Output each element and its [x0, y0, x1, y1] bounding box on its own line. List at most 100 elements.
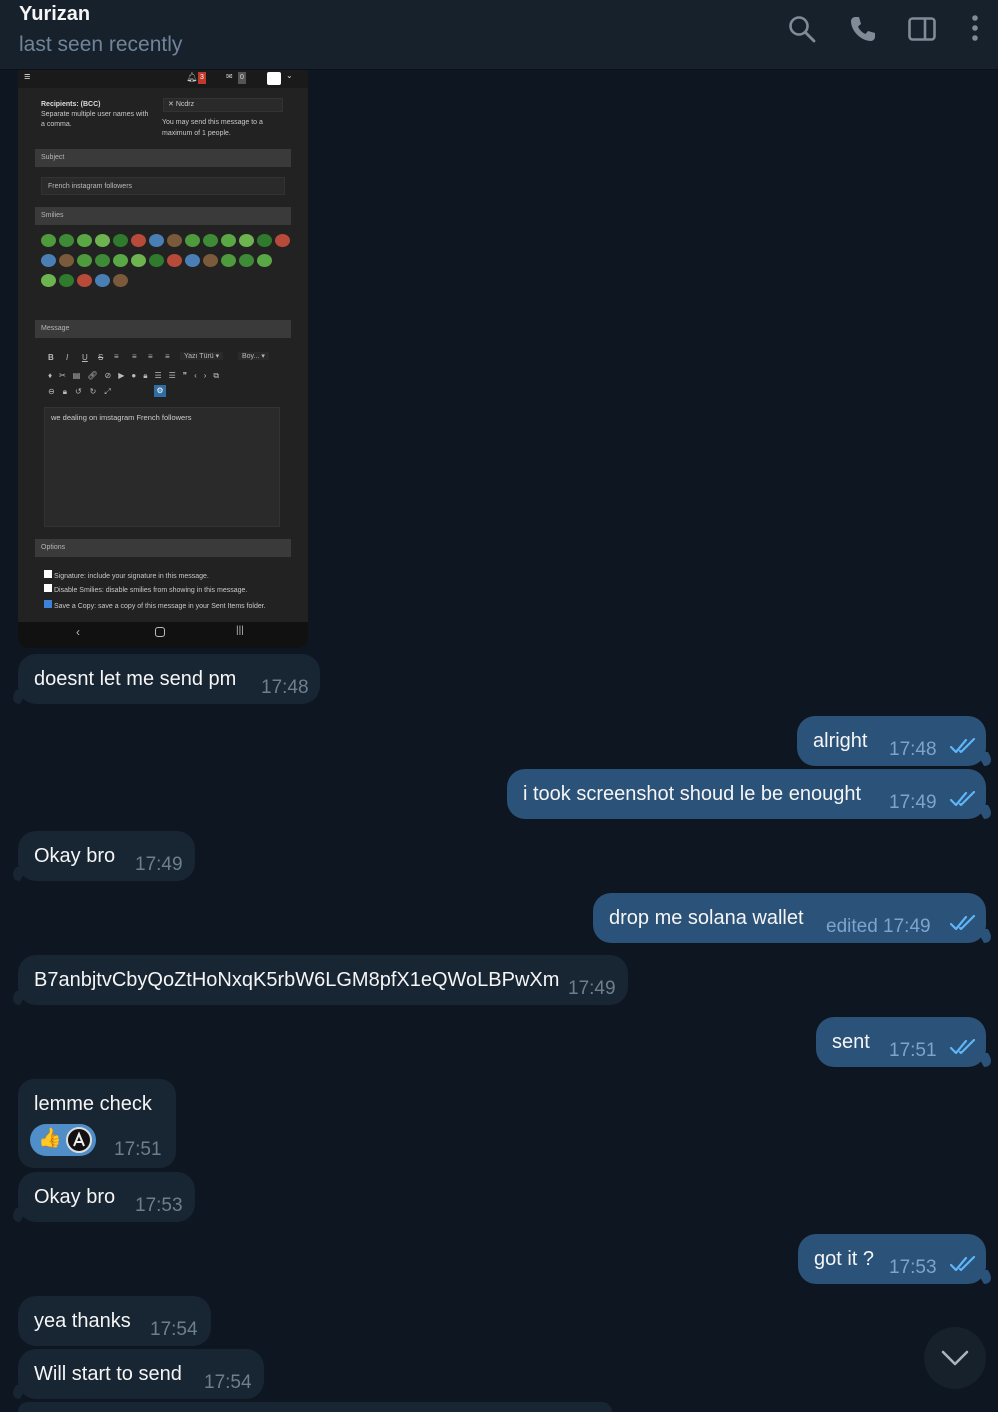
- contact-name[interactable]: Yurizan: [19, 3, 90, 26]
- smiley-icon[interactable]: [257, 234, 272, 247]
- subject-label: Subject: [35, 149, 291, 167]
- align-right-icon[interactable]: ≡: [148, 352, 153, 361]
- underline-icon[interactable]: U: [82, 353, 88, 362]
- smiley-icon[interactable]: [185, 254, 200, 267]
- justify-icon[interactable]: ≡: [165, 352, 170, 361]
- message-outgoing[interactable]: drop me solana wallet edited 17:49: [593, 893, 997, 943]
- recents-icon[interactable]: |||: [236, 625, 244, 636]
- smiley-icon[interactable]: [95, 254, 110, 267]
- more-vertical-icon[interactable]: [960, 14, 990, 44]
- reaction-chip[interactable]: 👍: [30, 1124, 96, 1156]
- bubble-tail: [975, 805, 997, 819]
- align-center-icon[interactable]: ≡: [132, 352, 137, 361]
- opt-disable-smilies[interactable]: Disable Smilies: disable smilies from sh…: [44, 584, 284, 598]
- smiley-icon[interactable]: [41, 234, 56, 247]
- strike-icon[interactable]: S: [98, 353, 103, 362]
- subject-input[interactable]: French instagram followers: [41, 177, 285, 195]
- message-text: doesnt let me send pm: [34, 668, 237, 690]
- thumbs-up-icon: 👍: [38, 1128, 62, 1149]
- smiley-icon[interactable]: [113, 274, 128, 287]
- settings-icon[interactable]: ⚙: [154, 385, 166, 397]
- editor-tools-row3[interactable]: ⊖🔒︎↺↻⤢: [48, 387, 119, 397]
- message-outgoing[interactable]: i took screenshot shoud le be enought 17…: [507, 769, 997, 819]
- scroll-down-button[interactable]: [924, 1327, 986, 1389]
- opt-save-copy[interactable]: Save a Copy: save a copy of this message…: [44, 600, 284, 612]
- smiley-icon[interactable]: [95, 274, 110, 287]
- bubble-tail: [7, 1385, 29, 1399]
- font-dropdown[interactable]: Yazı Türü ▾: [180, 352, 224, 360]
- smiley-icon[interactable]: [203, 234, 218, 247]
- read-ticks-icon: [950, 1256, 976, 1272]
- message-text: drop me solana wallet: [609, 907, 804, 929]
- home-icon[interactable]: [155, 627, 165, 637]
- smiley-icon[interactable]: [59, 254, 74, 267]
- inbox-icon: ✉︎: [226, 72, 233, 81]
- message-time: 17:54: [150, 1319, 198, 1340]
- smiley-icon[interactable]: [77, 234, 92, 247]
- smiley-icon[interactable]: [113, 254, 128, 267]
- message-outgoing[interactable]: alright 17:48: [797, 716, 997, 766]
- message-text: sent: [832, 1031, 870, 1053]
- smiley-icon[interactable]: [131, 234, 146, 247]
- bold-icon[interactable]: B: [48, 353, 54, 362]
- smiley-icon[interactable]: [59, 274, 74, 287]
- message-textarea[interactable]: we dealing on imstagram French followers: [44, 407, 280, 527]
- smilies-label: Smilies: [35, 207, 291, 225]
- smiley-icon[interactable]: [113, 234, 128, 247]
- smiley-icon[interactable]: [167, 234, 182, 247]
- message-time: 17:53: [135, 1195, 183, 1216]
- editor-toolbar[interactable]: B I U S ≡ ≡ ≡ ≡ Yazı Türü ▾ Boy... ▾ ♦✂▤…: [44, 351, 284, 401]
- message-incoming[interactable]: doesnt let me send pm 17:48: [7, 654, 320, 704]
- recipients-label-block: Recipients: (BCC) Separate multiple user…: [41, 100, 151, 130]
- message-text: Okay bro: [34, 1186, 116, 1208]
- phone-icon[interactable]: [848, 14, 878, 44]
- smiley-icon[interactable]: [77, 274, 92, 287]
- smiley-icon[interactable]: [185, 234, 200, 247]
- opt-signature[interactable]: Signature: include your signature in thi…: [44, 570, 284, 584]
- smiley-icon[interactable]: [239, 254, 254, 267]
- checkbox-checked[interactable]: [44, 600, 52, 608]
- recipient-tag: Ncdrz: [175, 101, 195, 108]
- smiley-icon[interactable]: [203, 254, 218, 267]
- message-time: 17:48: [261, 677, 309, 698]
- checkbox[interactable]: [44, 584, 52, 592]
- smiley-icon[interactable]: [59, 234, 74, 247]
- smiley-icon[interactable]: [95, 234, 110, 247]
- message-incoming[interactable]: lemme check 👍 17:51: [18, 1079, 176, 1168]
- italic-icon[interactable]: I: [66, 353, 68, 362]
- smiley-icon[interactable]: [41, 254, 56, 267]
- editor-tools-row2[interactable]: ♦✂▤🔗︎⊘▶●🔒︎☰☰❞‹›⧉: [48, 371, 226, 381]
- remove-tag-icon[interactable]: ✕: [168, 101, 176, 108]
- message-time: 17:49: [568, 978, 616, 999]
- message-incoming[interactable]: B7anbjtvCbyQoZtHoNxqK5rbW6LGM8pfX1eQWoLB…: [7, 955, 628, 1005]
- smiley-icon[interactable]: [167, 254, 182, 267]
- message-incoming[interactable]: yea thanks 17:54: [18, 1296, 211, 1346]
- smiley-icon[interactable]: [275, 234, 290, 247]
- smiley-icon[interactable]: [221, 234, 236, 247]
- recipients-hint: Separate multiple user names with a comm…: [41, 111, 149, 128]
- avatar: [267, 72, 281, 85]
- screenshot-image[interactable]: ≡ 🔔︎ 3 ✉︎ 0 ⌄ Recipients: (BCC) Separate…: [18, 70, 308, 648]
- align-left-icon[interactable]: ≡: [114, 352, 119, 361]
- smiley-icon[interactable]: [257, 254, 272, 267]
- search-icon[interactable]: [787, 14, 817, 44]
- checkbox[interactable]: [44, 570, 52, 578]
- smiley-icon[interactable]: [239, 234, 254, 247]
- message-incoming[interactable]: Okay bro 17:53: [7, 1172, 195, 1222]
- sidebar-toggle-icon[interactable]: [907, 14, 937, 44]
- message-outgoing[interactable]: sent 17:51: [816, 1017, 997, 1067]
- back-icon[interactable]: ‹: [76, 625, 80, 639]
- message-incoming[interactable]: Okay bro 17:49: [7, 831, 195, 881]
- message-incoming[interactable]: Will start to send 17:54: [7, 1349, 264, 1399]
- smiley-icon[interactable]: [131, 254, 146, 267]
- smiley-icon[interactable]: [77, 254, 92, 267]
- message-outgoing[interactable]: got it ? 17:53: [798, 1234, 997, 1284]
- message-incoming-partial[interactable]: [18, 1402, 612, 1412]
- size-dropdown[interactable]: Boy... ▾: [238, 352, 269, 360]
- message-text: yea thanks: [34, 1310, 131, 1332]
- smiley-icon[interactable]: [149, 234, 164, 247]
- recipient-input[interactable]: ✕ Ncdrz: [163, 98, 283, 112]
- smiley-icon[interactable]: [149, 254, 164, 267]
- smiley-icon[interactable]: [41, 274, 56, 287]
- smiley-icon[interactable]: [221, 254, 236, 267]
